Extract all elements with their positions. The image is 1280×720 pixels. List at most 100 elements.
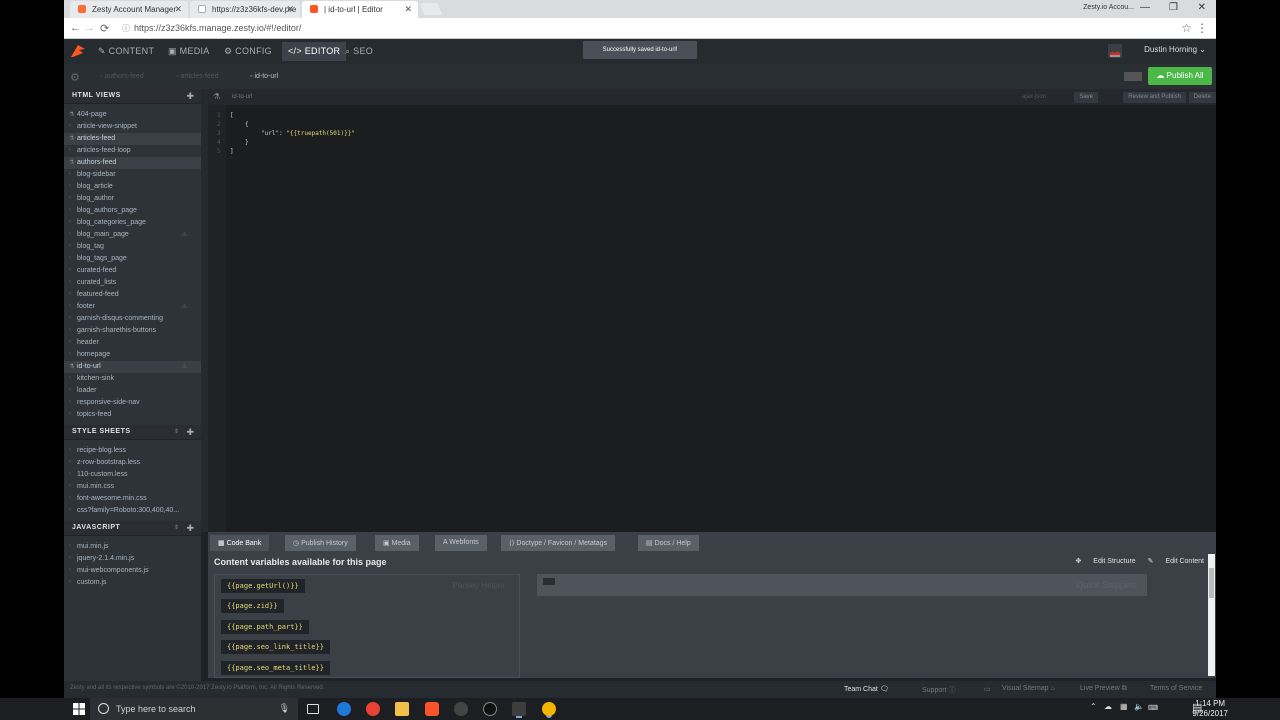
tab-doctype-favicon-metatags[interactable]: ⟨⟩ Doctype / Favicon / Metatags [501,535,616,551]
edit-content-link[interactable]: ✎ Edit Content [1148,558,1204,565]
variable-chip[interactable]: {{page.seo_link_title}} [221,640,330,654]
user-menu[interactable]: Dustin Horning ⌄ [1144,45,1206,54]
settings-gear-icon[interactable]: ⚙ [70,71,80,84]
variable-chip[interactable]: {{page.path_part}} [221,620,309,634]
sidebar-file-item[interactable]: ⚗ authors-feed [64,157,201,169]
maximize-icon[interactable]: ❐ [1169,2,1178,13]
chrome-active-icon[interactable] [542,702,556,716]
sidebar-file-item[interactable]: ◦ css?family=Roboto:300,400,40... [64,505,201,517]
browser-profile-name[interactable]: Zesty.io Accou... [1083,4,1134,11]
brave-browser-icon[interactable] [425,702,439,716]
tab-webfonts[interactable]: A Webfonts [435,535,487,551]
publish-all-button[interactable]: ☁ Publish All [1148,67,1212,85]
nav-media[interactable]: ▣ MEDIA [168,46,210,57]
tab-code-bank[interactable]: ▦ Code Bank [210,535,270,551]
settings-gear-icon[interactable] [454,702,468,716]
sidebar-file-item[interactable]: ◦ homepage [64,349,201,361]
sidebar-file-item[interactable]: ◦ article-view-snippet [64,121,201,133]
edit-structure-link[interactable]: ✥ Edit Structure [1075,558,1135,565]
quick-snippets-box[interactable]: Quick Snippets [537,574,1147,596]
forward-icon[interactable]: → [84,22,95,34]
sidebar-file-item[interactable]: ◦ custom.js [64,577,201,589]
sort-icon[interactable]: ⇕ [174,428,179,435]
sidebar-file-item[interactable]: ◦ header [64,337,201,349]
reload-icon[interactable]: ⟳ [100,22,109,35]
notifications-icon[interactable]: ▤ [1192,701,1202,714]
live-preview-link[interactable]: Live Preview ⧉ [1080,685,1127,693]
nav-content[interactable]: ✎ CONTENT [98,46,154,57]
zesty-logo-icon[interactable] [70,44,86,58]
sort-icon[interactable]: ⇕ [174,524,179,531]
avatar[interactable] [1108,44,1122,58]
sidebar-file-item[interactable]: ◦ blog_tag [64,241,201,253]
sidebar-file-item[interactable]: ◦ mui-webcomponents.js [64,565,201,577]
chrome-icon[interactable] [366,702,380,716]
task-view-icon[interactable] [307,704,319,714]
new-tab-button[interactable] [419,3,443,15]
volume-icon[interactable]: 🔈 [1134,702,1144,711]
taskbar-search-input[interactable]: Type here to search 🎙 [90,698,298,720]
browser-tab-account-manager[interactable]: Zesty Account Manager ✕ [70,1,188,18]
sidebar-file-item[interactable]: ◦ articles-feed-loop [64,145,201,157]
minimize-icon[interactable]: — [1140,2,1150,13]
file-explorer-icon[interactable] [395,702,409,716]
sidebar-file-item[interactable]: ◦ blog_tags_page [64,253,201,265]
add-stylesheet-icon[interactable]: ✚ [186,427,194,438]
sidebar-file-item[interactable]: ◦ garnish-sharethis-buttons [64,325,201,337]
back-icon[interactable]: ← [70,22,81,34]
file-tab-id-to-url[interactable]: ◦ id-to-url [250,73,278,80]
add-html-view-icon[interactable]: ✚ [186,91,194,102]
sidebar-file-item[interactable]: ◦ blog_article [64,181,201,193]
onedrive-icon[interactable]: ☁ [1104,702,1112,711]
visual-sitemap-link[interactable]: Visual Sitemap ⌂ [1002,685,1055,692]
variable-chip[interactable]: {{page.seo_meta_title}} [221,661,330,675]
sidebar-file-item[interactable]: ◦ blog_categories_page [64,217,201,229]
close-tab-icon[interactable]: ✕ [174,4,182,15]
sidebar-resize-handle[interactable] [201,89,208,532]
sidebar-file-item[interactable]: ◦ loader [64,385,201,397]
sidebar-file-item[interactable]: ⚗ 404-page [64,109,201,121]
browser-menu-icon[interactable]: ⋮ [1196,21,1208,35]
browser-tab-editor[interactable]: | id-to-url | Editor ✕ [302,1,418,18]
tab-docs-help[interactable]: ▤ Docs / Help [638,535,699,551]
bookmark-star-icon[interactable]: ☆ [1181,21,1192,35]
windows-start-icon[interactable] [73,703,85,715]
edge-browser-icon[interactable] [337,702,351,716]
language-indicator[interactable]: ⌨ [1148,704,1158,712]
tab-media[interactable]: ▣ Media [375,535,419,551]
sidebar-file-item[interactable]: ◦ garnish-disqus-commenting [64,313,201,325]
sidebar-file-item[interactable]: ◦ curated_lists [64,277,201,289]
review-and-publish-button[interactable]: Review and Publish [1123,92,1186,103]
network-icon[interactable]: ▦ [1120,702,1128,711]
sidebar-file-item[interactable]: ◦ blog_authors_page [64,205,201,217]
sidebar-file-item[interactable]: ◦ mui.min.css [64,481,201,493]
close-tab-icon[interactable]: ✕ [404,4,412,15]
sidebar-file-item[interactable]: ◦ blog-sidebar [64,169,201,181]
delete-button[interactable]: Delete [1188,92,1216,103]
microphone-icon[interactable]: 🎙 [279,703,290,714]
save-button[interactable]: Save [1074,92,1098,103]
screen-icon[interactable]: ▭ [984,685,991,693]
github-icon[interactable] [483,702,497,716]
panel-scrollbar[interactable] [1208,554,1215,676]
publish-queue-icon[interactable] [1124,72,1142,81]
tray-chevron-icon[interactable]: ⌃ [1090,702,1097,711]
sidebar-file-item[interactable]: ◦ footer ⚠ [64,301,201,313]
sidebar-file-item[interactable]: ◦ topics-feed [64,409,201,421]
sidebar-file-item[interactable]: ◦ blog_author [64,193,201,205]
nav-config[interactable]: ⚙ CONFIG [224,46,272,57]
close-tab-icon[interactable]: ✕ [286,4,294,15]
code-editor[interactable]: ⚗ id-to-url ajax-json Save Review and Pu… [208,89,1216,532]
sidebar-file-item[interactable]: ◦ mui.min.js [64,541,201,553]
nav-editor[interactable]: </> EDITOR [282,42,347,61]
support-link[interactable]: Support ⓘ [922,685,955,695]
variable-chip[interactable]: {{page.getUrl()}} [221,579,305,593]
sidebar-file-item[interactable]: ◦ blog_main_page ⚠ [64,229,201,241]
file-tab-authors-feed[interactable]: ◦ authors-feed [100,73,144,80]
terms-link[interactable]: Terms of Service [1150,685,1202,692]
sidebar-file-item[interactable]: ◦ kitchen-sink [64,373,201,385]
sidebar-file-item[interactable]: ◦ recipe-blog.less [64,445,201,457]
sidebar-file-item[interactable]: ◦ 110-custom.less [64,469,201,481]
sidebar-file-item[interactable]: ◦ curated-feed [64,265,201,277]
info-icon[interactable]: ⓘ [122,23,130,34]
